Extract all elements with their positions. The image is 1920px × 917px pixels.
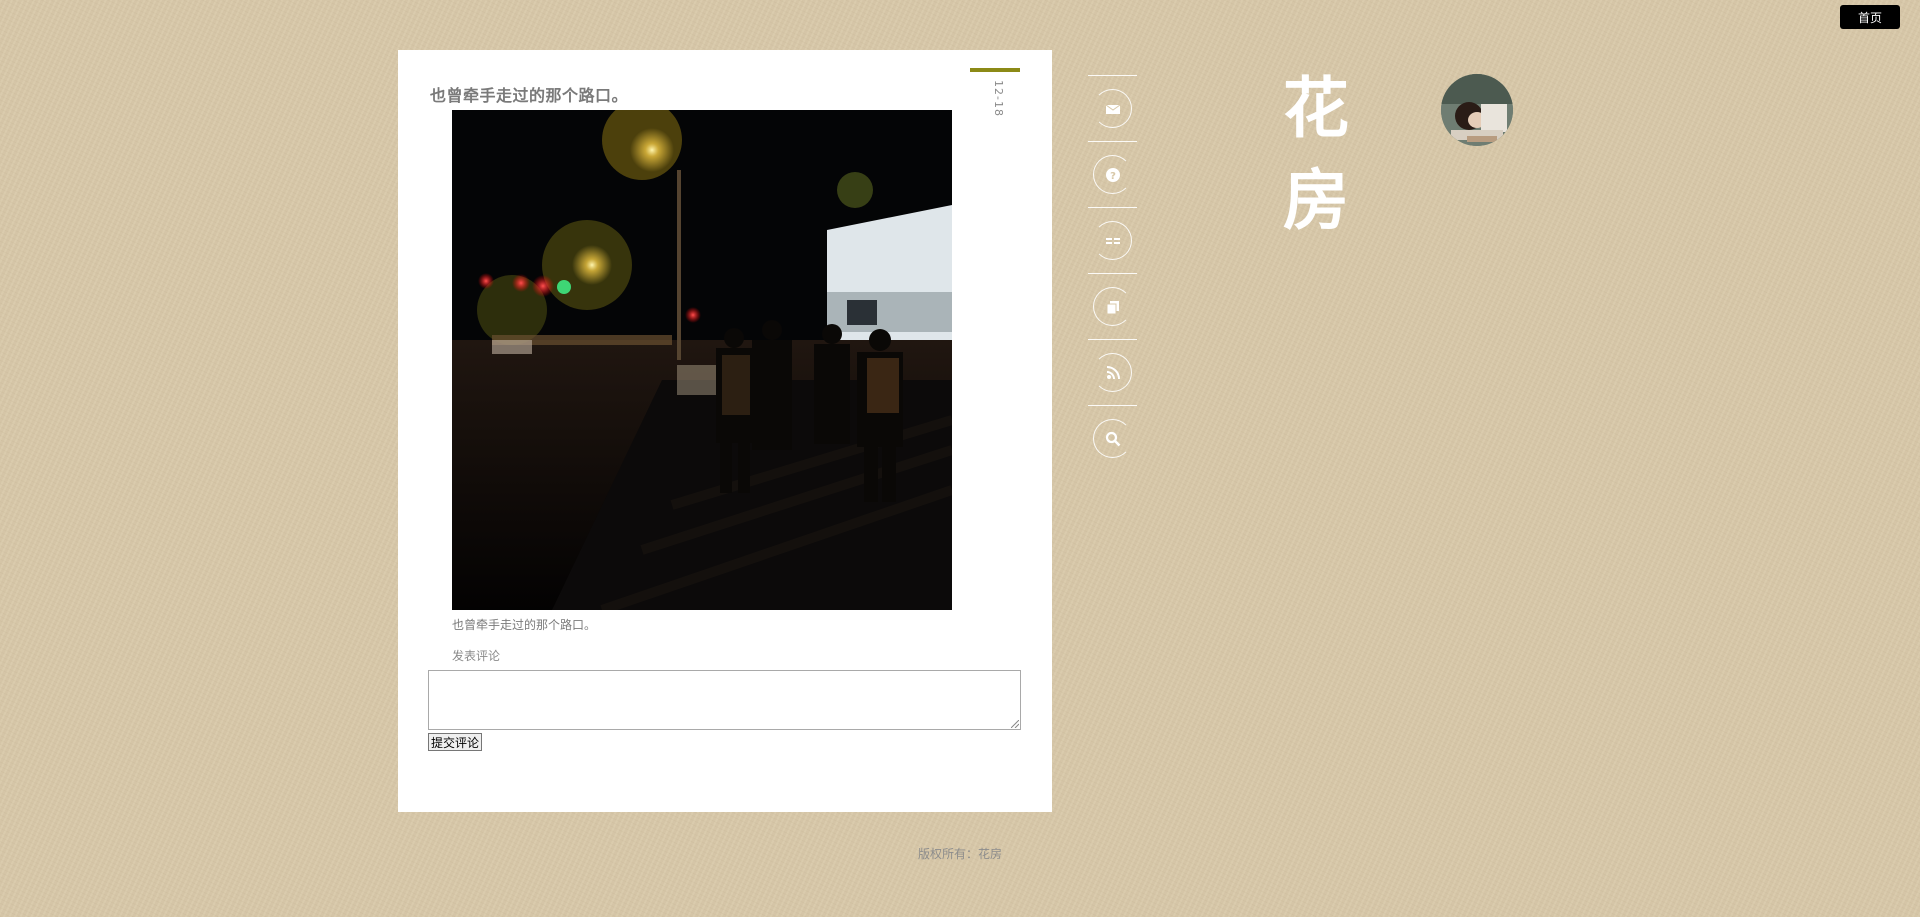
comment-textarea[interactable] (428, 670, 1021, 730)
nav-item-question[interactable]: ? (1088, 141, 1137, 207)
resize-grip-icon[interactable] (1011, 720, 1019, 728)
search-icon (1105, 431, 1121, 447)
svg-text:?: ? (1110, 171, 1116, 182)
nav-item-archive[interactable] (1088, 273, 1137, 339)
nav-item-list[interactable] (1088, 207, 1137, 273)
nav-item-mail[interactable] (1088, 75, 1137, 141)
post-card: 也曾牵手走过的那个路口。 12-18 也曾牵手走过的那个路口。 发表评论 提交评… (398, 50, 1052, 812)
list-icon (1106, 238, 1120, 244)
site-title[interactable]: 花房 (1276, 62, 1356, 246)
submit-comment-button[interactable]: 提交评论 (428, 733, 483, 751)
archive-icon (1106, 301, 1119, 315)
question-icon: ? (1106, 168, 1120, 182)
avatar[interactable] (1441, 74, 1513, 146)
post-title[interactable]: 也曾牵手走过的那个路口。 (430, 82, 628, 106)
sidebar-nav: ? (1088, 75, 1137, 471)
comment-heading: 发表评论 (452, 649, 501, 663)
nav-item-search[interactable] (1088, 405, 1137, 471)
rss-icon (1106, 366, 1120, 380)
date-accent-bar (970, 68, 1020, 72)
footer-copyright: 版权所有：花房 (918, 847, 1003, 861)
post-date: 12-18 (992, 80, 1005, 117)
post-photo[interactable] (452, 110, 952, 610)
night-street-photo (452, 110, 952, 610)
nav-item-rss[interactable] (1088, 339, 1137, 405)
mail-icon (1105, 104, 1121, 114)
avatar-image (1441, 74, 1513, 146)
home-button[interactable]: 首页 (1840, 5, 1900, 29)
photo-caption: 也曾牵手走过的那个路口。 (452, 618, 597, 632)
